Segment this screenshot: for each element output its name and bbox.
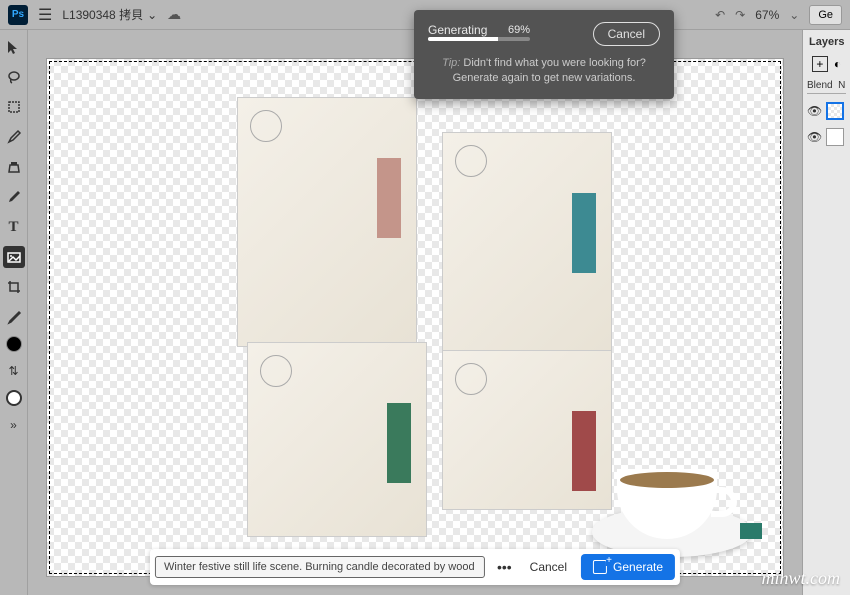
background-color[interactable] <box>6 390 22 406</box>
app-logo[interactable]: Ps <box>8 5 28 25</box>
mask-icon[interactable]: ◐ <box>834 57 841 71</box>
menu-icon[interactable]: ☰ <box>38 5 52 25</box>
canvas[interactable] <box>46 58 784 577</box>
tip-text: Tip: Didn't find what you were looking f… <box>428 56 660 87</box>
chevron-down-icon: ⌄ <box>147 8 157 22</box>
generate-icon <box>593 560 607 574</box>
generate-button[interactable]: Generate <box>581 554 675 580</box>
chevron-down-icon[interactable]: ⌄ <box>789 8 799 22</box>
undo-icon[interactable]: ↶ <box>715 8 725 22</box>
progress-popup: Generating 69% Cancel Tip: Didn't find w… <box>414 10 674 99</box>
tip-body: Didn't find what you were looking for? G… <box>453 57 646 84</box>
move-tool[interactable] <box>3 36 25 58</box>
toolbar: T ⇅ » <box>0 30 28 595</box>
panel-title: Layers <box>807 36 844 48</box>
cloud-icon[interactable]: ☁ <box>167 6 181 23</box>
visibility-icon[interactable]: 👁 <box>807 104 822 118</box>
progress-bar <box>428 37 530 41</box>
swap-colors-icon[interactable]: ⇅ <box>3 360 25 382</box>
canvas-wrapper: ••• Cancel Generate <box>28 30 802 595</box>
redo-icon[interactable]: ↷ <box>735 8 745 22</box>
layer-item[interactable]: 👁 <box>807 128 846 146</box>
watermark: minwt.com <box>762 568 841 589</box>
expand-toolbar-icon[interactable]: » <box>10 418 17 432</box>
text-tool[interactable]: T <box>3 216 25 238</box>
prompt-input[interactable] <box>155 556 485 578</box>
add-layer-icon[interactable]: + <box>812 56 828 72</box>
document-title[interactable]: L1390348 拷貝 ⌄ <box>62 6 157 23</box>
tip-label: Tip: <box>442 57 460 69</box>
progress-percent: 69% <box>508 24 530 36</box>
layer-thumbnail[interactable] <box>826 128 844 146</box>
doc-title-text: L1390348 拷貝 <box>62 6 143 23</box>
paint-tool[interactable] <box>3 186 25 208</box>
marquee-selection <box>49 61 781 574</box>
eyedropper-tool[interactable] <box>3 306 25 328</box>
more-options-icon[interactable]: ••• <box>493 559 516 575</box>
generate-label: Generate <box>613 560 663 574</box>
layers-panel: Layers + ◐ Blend N 👁 👁 <box>802 30 850 595</box>
visibility-icon[interactable]: 👁 <box>807 130 822 144</box>
generate-top-button[interactable]: Ge <box>809 5 842 25</box>
selection-tool[interactable] <box>3 96 25 118</box>
lasso-tool[interactable] <box>3 66 25 88</box>
clone-tool[interactable] <box>3 156 25 178</box>
layer-item[interactable]: 👁 <box>807 102 846 120</box>
layer-thumbnail[interactable] <box>826 102 844 120</box>
topbar-right: ↶ ↷ 67% ⌄ Ge <box>715 5 842 25</box>
generative-fill-taskbar: ••• Cancel Generate <box>150 549 680 585</box>
brush-tool[interactable] <box>3 126 25 148</box>
layer-actions: + ◐ <box>812 56 841 72</box>
blend-mode[interactable]: Blend N <box>807 80 846 94</box>
crop-tool[interactable] <box>3 276 25 298</box>
cancel-button[interactable]: Cancel <box>524 560 573 574</box>
main-area: T ⇅ » ••• Cancel <box>0 30 850 595</box>
zoom-level[interactable]: 67% <box>755 8 779 22</box>
cancel-generation-button[interactable]: Cancel <box>593 22 660 46</box>
progress-title: Generating <box>428 23 487 37</box>
foreground-color[interactable] <box>6 336 22 352</box>
genfill-tool[interactable] <box>3 246 25 268</box>
progress-fill <box>428 37 498 41</box>
